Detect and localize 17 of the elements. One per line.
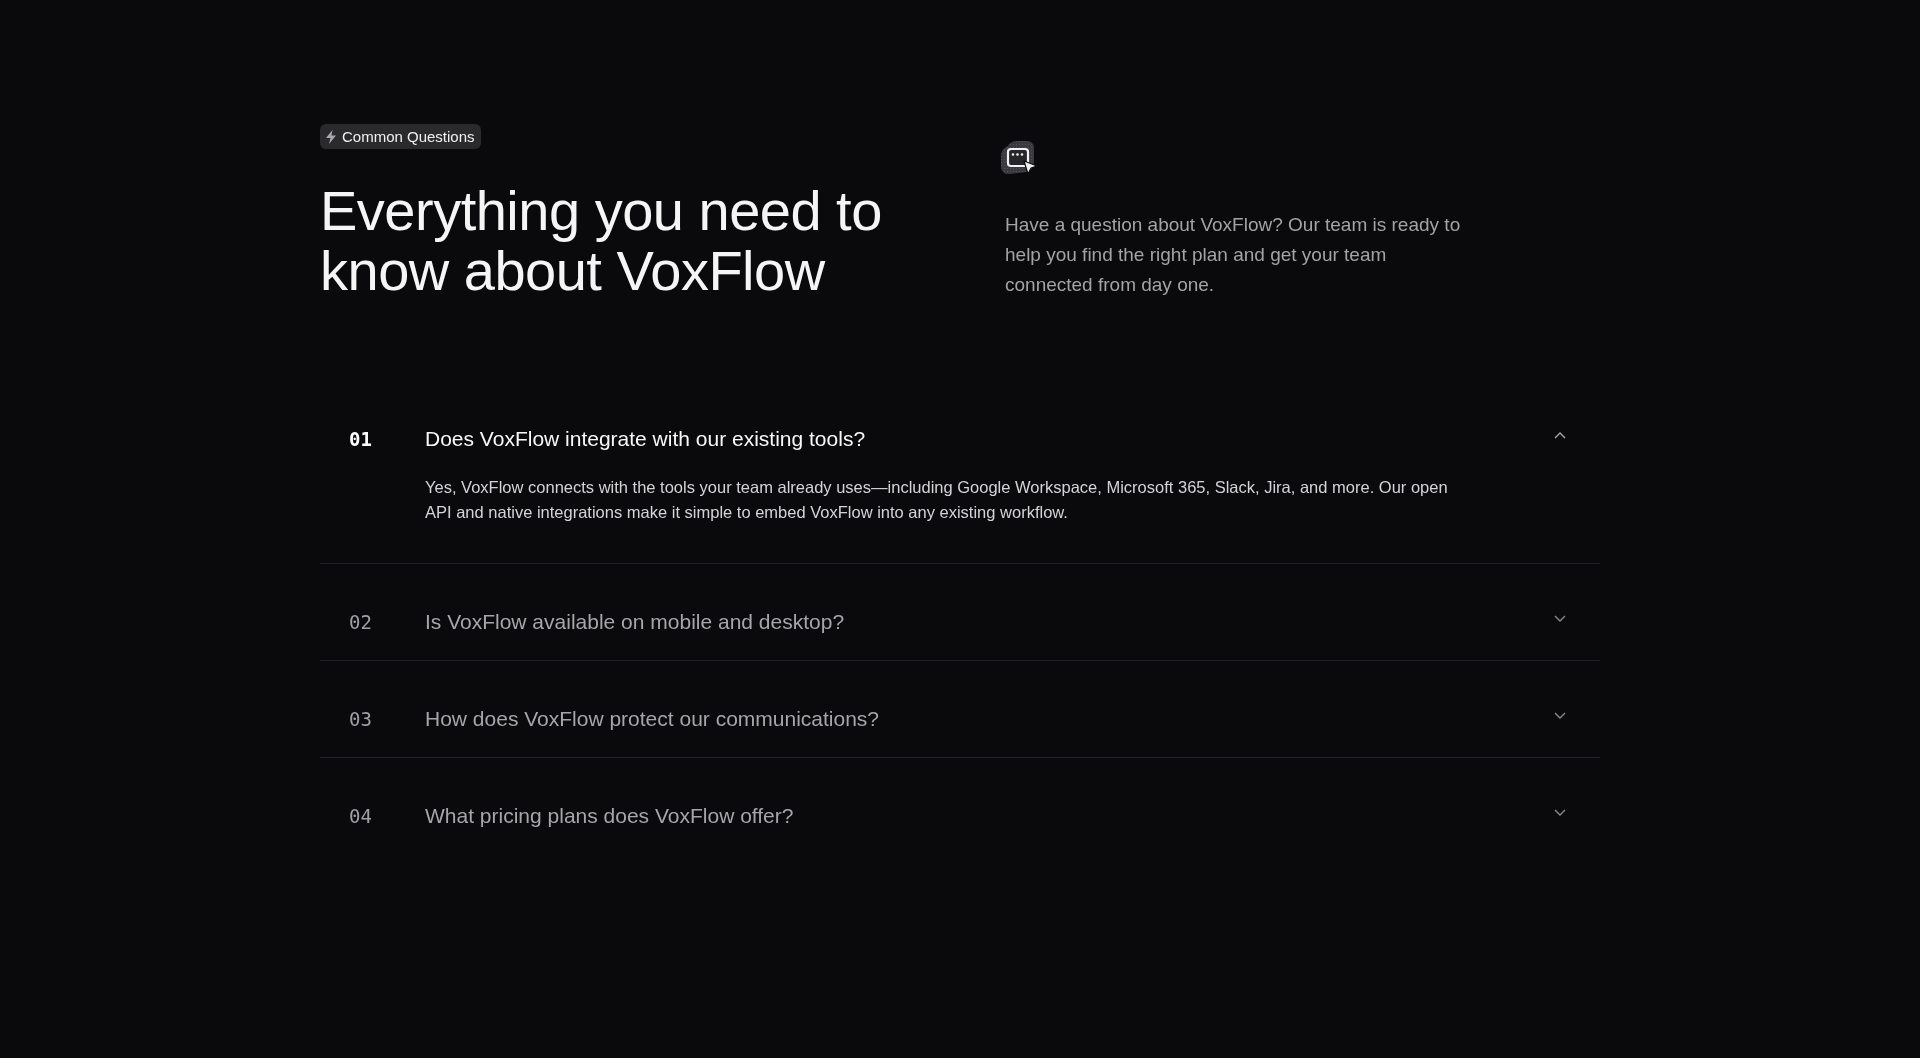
faq-question[interactable]: How does VoxFlow protect our communications? — [425, 705, 1554, 733]
question-number: 01 — [349, 427, 373, 452]
faq-question[interactable]: Is VoxFlow available on mobile and desktop? — [425, 608, 1554, 636]
page-heading: Everything you need to know about VoxFlow — [320, 181, 883, 301]
chevron-down-icon[interactable] — [1554, 809, 1566, 816]
intro-text: Have a question about VoxFlow? Our team is ready to help you find the right plan and get your team connected from day one. — [1005, 213, 1462, 297]
faq-answer: Yes, VoxFlow connects with the tools your team already uses—including Google Workspace, Microsoft 365, Slack, Jira, and more. Our open API and native integrations make it simple to embed VoxFlow into any existing workflow. — [425, 477, 1449, 523]
lightning-icon — [325, 129, 337, 144]
question-number: 02 — [349, 610, 373, 635]
faq-question[interactable]: Does VoxFlow integrate with our existing tools? — [425, 425, 1554, 453]
chevron-down-icon[interactable] — [1554, 712, 1566, 719]
faq-question[interactable]: What pricing plans does VoxFlow offer? — [425, 802, 1554, 830]
question-number: 04 — [349, 804, 373, 829]
chevron-down-icon[interactable] — [1554, 615, 1566, 622]
question-number: 03 — [349, 707, 373, 732]
chevron-up-icon[interactable] — [1554, 432, 1566, 439]
badge-label: Common Questions — [342, 127, 475, 146]
